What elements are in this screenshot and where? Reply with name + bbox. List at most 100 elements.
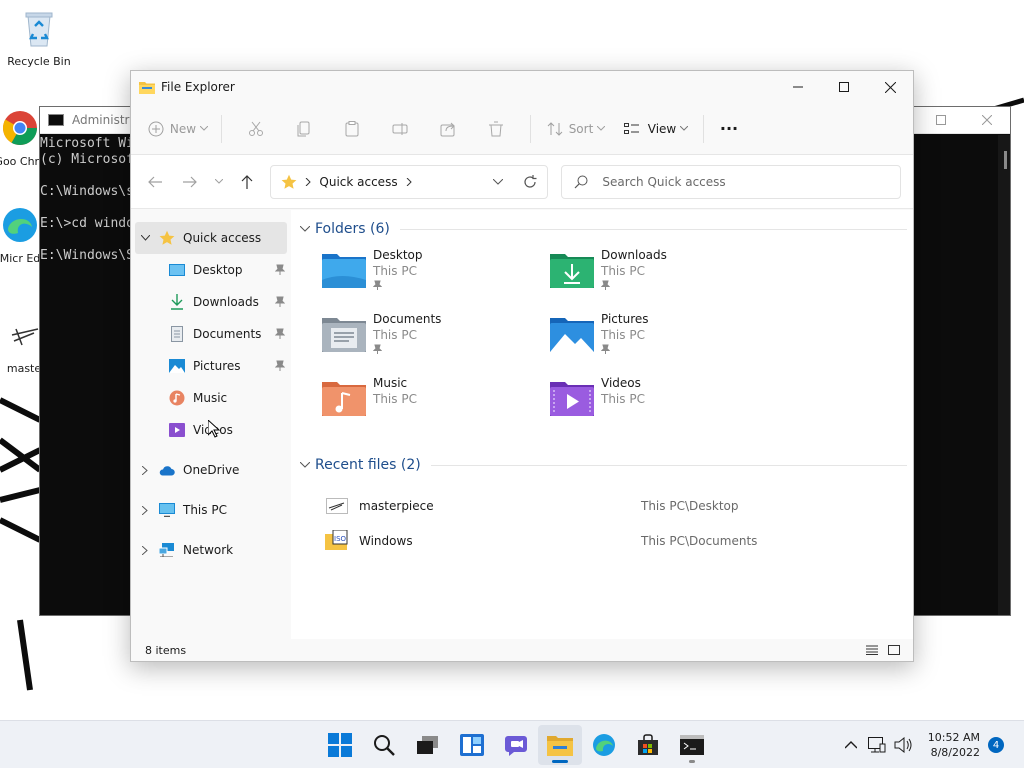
sidebar-item-music[interactable]: Music — [131, 382, 291, 414]
sort-button[interactable]: Sort — [541, 113, 611, 145]
task-view-icon — [417, 736, 438, 754]
start-button[interactable] — [318, 725, 362, 765]
sidebar-item-network[interactable]: Network — [131, 534, 291, 566]
delete-button[interactable] — [472, 113, 520, 145]
up-button[interactable] — [236, 168, 260, 196]
cmd-scrollbar[interactable] — [998, 135, 1010, 615]
folders-grid: Desktop This PC Downloads This PC Document… — [297, 244, 913, 436]
pin-icon — [275, 328, 285, 339]
clock[interactable]: 10:52 AM 8/8/2022 — [928, 730, 980, 760]
expand-chevron-icon[interactable] — [137, 545, 153, 555]
cut-button[interactable] — [232, 113, 280, 145]
network-status-button[interactable] — [864, 737, 890, 753]
pin-icon — [275, 360, 285, 371]
large-icons-view-button[interactable] — [883, 645, 905, 655]
store-taskbar-button[interactable] — [626, 725, 670, 765]
taskbar: 10:52 AM 8/8/2022 4 — [0, 720, 1024, 768]
collapse-chevron-icon[interactable] — [297, 226, 313, 232]
sidebar-item-pictures[interactable]: Pictures — [131, 350, 291, 382]
sidebar-item-desktop[interactable]: Desktop — [131, 254, 291, 286]
chat-button[interactable] — [494, 725, 538, 765]
search-taskbar-button[interactable] — [362, 725, 406, 765]
search-placeholder: Search Quick access — [602, 174, 726, 189]
sidebar-item-documents[interactable]: Documents — [131, 318, 291, 350]
folder-name: Documents — [373, 312, 442, 326]
paste-button[interactable] — [328, 113, 376, 145]
sidebar-label: Desktop — [193, 263, 243, 277]
back-button[interactable] — [143, 168, 167, 196]
sidebar-label: This PC — [183, 503, 227, 517]
address-bar-row: Quick access Search Quick access — [131, 155, 913, 209]
maximize-button[interactable] — [821, 71, 867, 103]
show-hidden-icons-button[interactable] — [838, 741, 864, 749]
item-count: 8 items — [145, 643, 187, 657]
edge-taskbar-button[interactable] — [582, 725, 626, 765]
expand-chevron-icon[interactable] — [137, 235, 153, 241]
refresh-button[interactable] — [513, 174, 547, 189]
folder-name: Videos — [601, 376, 641, 390]
copy-button[interactable] — [280, 113, 328, 145]
folder-tile-downloads[interactable]: Downloads This PC — [549, 244, 777, 308]
search-box[interactable]: Search Quick access — [561, 164, 902, 199]
folder-tile-videos[interactable]: Videos This PC — [549, 372, 777, 436]
sort-button-label: Sort — [568, 121, 594, 136]
documents-folder-icon — [322, 318, 366, 352]
folder-name: Downloads — [601, 248, 667, 262]
sidebar-label: Documents — [193, 327, 262, 341]
folder-location: This PC — [373, 392, 417, 406]
folders-section-header[interactable]: Folders (6) — [297, 214, 913, 244]
folder-tile-documents[interactable]: Documents This PC — [321, 308, 549, 372]
recent-locations-button[interactable] — [213, 168, 225, 196]
sidebar-item-this-pc[interactable]: This PC — [131, 494, 291, 526]
folder-tile-music[interactable]: Music This PC — [321, 372, 549, 436]
forward-button[interactable] — [178, 168, 202, 196]
recent-file-row[interactable]: ISO Windows This PC\Documents — [297, 523, 913, 558]
pin-icon — [275, 296, 285, 307]
address-box[interactable]: Quick access — [270, 164, 549, 199]
plus-circle-icon — [148, 121, 164, 136]
desktop-icon-recycle-bin[interactable]: Recycle Bin — [1, 8, 77, 68]
recent-files-section-header[interactable]: Recent files (2) — [297, 450, 913, 480]
file-explorer-window[interactable]: File Explorer New Sort View ··· Quick ac… — [130, 70, 914, 662]
new-button-label: New — [169, 121, 197, 136]
details-view-button[interactable] — [861, 645, 883, 655]
volume-button[interactable] — [890, 737, 916, 753]
explorer-titlebar[interactable]: File Explorer — [131, 71, 913, 103]
folder-location: This PC — [601, 392, 645, 406]
pin-icon — [600, 280, 611, 290]
sidebar-item-downloads[interactable]: Downloads — [131, 286, 291, 318]
masterpiece-file-icon — [11, 328, 39, 346]
command-bar: New Sort View ··· — [131, 103, 913, 155]
address-history-dropdown[interactable] — [483, 178, 513, 185]
expand-chevron-icon[interactable] — [137, 465, 153, 475]
notification-badge[interactable]: 4 — [988, 737, 1004, 753]
sidebar-item-onedrive[interactable]: OneDrive — [131, 454, 291, 486]
widgets-icon — [460, 734, 484, 756]
recent-file-name: masterpiece — [359, 498, 434, 513]
expand-chevron-icon[interactable] — [137, 505, 153, 515]
rename-button[interactable] — [376, 113, 424, 145]
folder-tile-desktop[interactable]: Desktop This PC — [321, 244, 549, 308]
task-view-button[interactable] — [406, 725, 450, 765]
minimize-button[interactable] — [775, 71, 821, 103]
widgets-button[interactable] — [450, 725, 494, 765]
close-button[interactable] — [867, 71, 913, 103]
new-button[interactable]: New — [145, 113, 211, 145]
share-button[interactable] — [424, 113, 472, 145]
arrow-left-icon — [148, 176, 162, 187]
downloads-folder-icon — [550, 254, 594, 288]
cmd-maximize-button[interactable] — [918, 107, 964, 133]
view-button[interactable]: View — [619, 113, 693, 145]
folder-tile-pictures[interactable]: Pictures This PC — [549, 308, 777, 372]
file-explorer-taskbar-button[interactable] — [538, 725, 582, 765]
address-location[interactable]: Quick access — [319, 175, 397, 189]
see-more-button[interactable]: ··· — [714, 113, 744, 145]
recent-file-row[interactable]: masterpiece This PC\Desktop — [297, 488, 913, 523]
chevron-right-icon[interactable] — [406, 177, 412, 186]
pin-icon — [372, 280, 383, 290]
sidebar-item-quick-access[interactable]: Quick access — [135, 222, 287, 254]
collapse-chevron-icon[interactable] — [297, 462, 313, 468]
cmd-close-button[interactable] — [964, 107, 1010, 133]
sidebar-label: Downloads — [193, 295, 259, 309]
terminal-taskbar-button[interactable] — [670, 725, 714, 765]
